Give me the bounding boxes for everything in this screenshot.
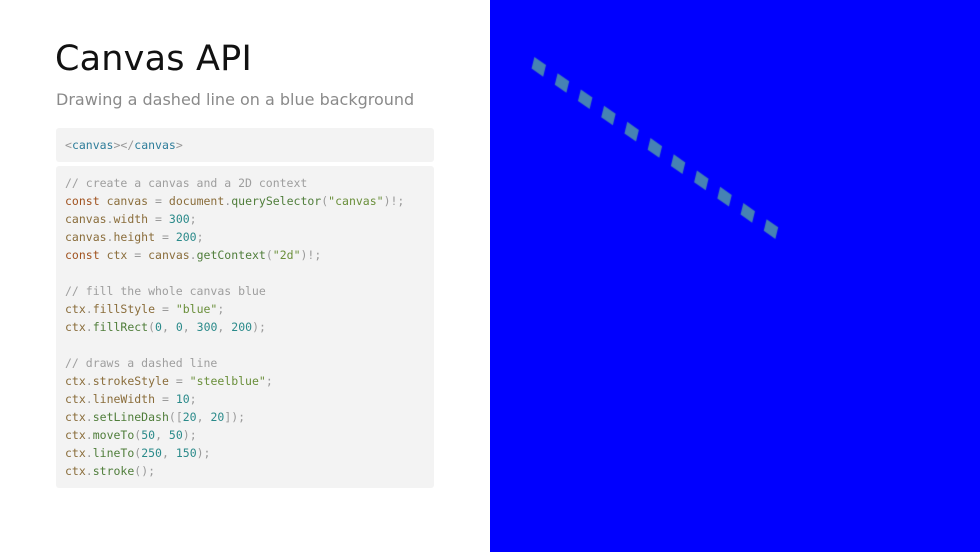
code-line: const ctx = canvas.getContext("2d")!; <box>65 248 322 262</box>
page-subtitle: Drawing a dashed line on a blue backgrou… <box>56 90 415 109</box>
page-title: Canvas API <box>55 39 252 79</box>
code-line: ctx.fillRect(0, 0, 300, 200); <box>65 320 266 334</box>
code-line: // create a canvas and a 2D context <box>65 176 308 190</box>
code-line: ctx.lineWidth = 10; <box>65 392 197 406</box>
code-line: ctx.lineTo(250, 150); <box>65 446 211 460</box>
code-line: const canvas = document.querySelector("c… <box>65 194 405 208</box>
code-line: // draws a dashed line <box>65 356 218 370</box>
code-line: canvas.height = 200; <box>65 230 204 244</box>
html-code-block: <canvas></canvas> <box>56 128 434 162</box>
code-token: canvas <box>134 138 176 152</box>
code-token: > <box>175 138 183 152</box>
code-line: ctx.setLineDash([20, 20]); <box>65 410 246 424</box>
code-line: <canvas></canvas> <box>65 136 425 154</box>
code-line: ctx.moveTo(50, 50); <box>65 428 197 442</box>
code-token: < <box>65 138 72 152</box>
code-line: // fill the whole canvas blue <box>65 284 266 298</box>
content-panel: Canvas API Drawing a dashed line on a bl… <box>0 0 490 552</box>
code-token: </ <box>120 138 135 152</box>
code-line: ctx.strokeStyle = "steelblue"; <box>65 374 273 388</box>
code-line: canvas.width = 300; <box>65 212 197 226</box>
code-line: ctx.fillStyle = "blue"; <box>65 302 225 316</box>
code-token: canvas <box>71 138 114 152</box>
page: Canvas API Drawing a dashed line on a bl… <box>0 0 980 552</box>
canvas-preview <box>490 0 980 552</box>
code-line: ctx.stroke(); <box>65 464 156 478</box>
js-code-block: // create a canvas and a 2D context const… <box>56 166 434 488</box>
